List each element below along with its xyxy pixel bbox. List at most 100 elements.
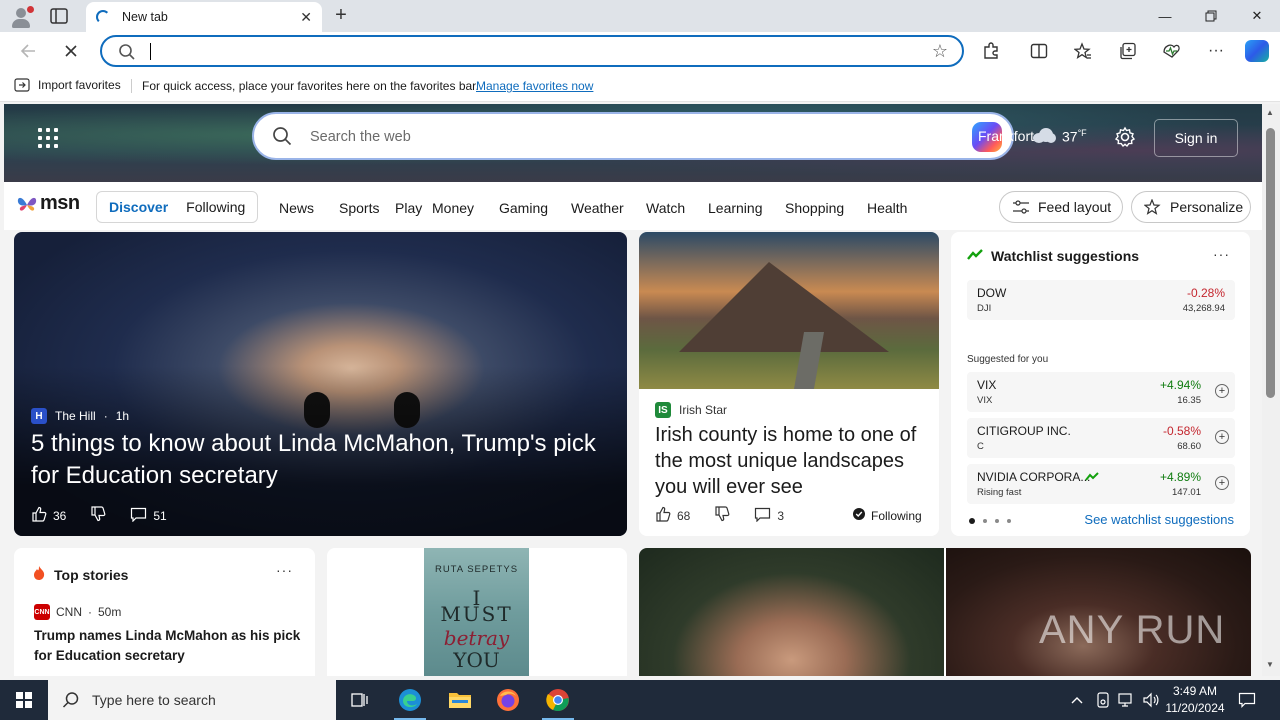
file-explorer-icon[interactable] [436, 680, 484, 720]
stock-ticker: C [977, 441, 984, 452]
top-story-headline[interactable]: Trump names Linda McMahon as his pick fo… [34, 626, 304, 666]
show-hidden-icons[interactable] [1070, 680, 1084, 720]
add-to-watchlist-icon[interactable]: + [1215, 384, 1229, 398]
add-to-watchlist-icon[interactable]: + [1215, 476, 1229, 490]
page-scrollbar[interactable]: ▲ ▼ [1262, 104, 1280, 676]
more-options-icon[interactable]: ··· [1213, 246, 1230, 262]
nav-gaming[interactable]: Gaming [499, 200, 571, 216]
close-window-button[interactable]: ✕ [1234, 0, 1280, 32]
tab-discover[interactable]: Discover [97, 199, 180, 215]
thumbs-down-icon[interactable] [90, 506, 106, 525]
manage-favorites-link[interactable]: Manage favorites now [476, 79, 593, 93]
hero-headline[interactable]: 5 things to know about Linda McMahon, Tr… [31, 428, 611, 492]
stock-price: 147.01 [1171, 487, 1201, 498]
top-source-name: CNN [56, 605, 82, 619]
irish-headline[interactable]: Irish county is home to one of the most … [655, 422, 925, 500]
weather-city[interactable]: Frankfort [978, 128, 1034, 144]
sliders-icon [1012, 199, 1030, 215]
new-tab-button[interactable]: + [330, 4, 352, 28]
favorite-star-icon[interactable]: ☆ [932, 41, 948, 62]
nav-shopping[interactable]: Shopping [785, 200, 867, 216]
scroll-thumb[interactable] [1266, 128, 1275, 398]
photo-story-card[interactable]: ANY RUN [639, 548, 1251, 676]
start-button[interactable] [0, 680, 48, 720]
favorites-icon[interactable] [1072, 41, 1094, 61]
stock-row-nvidia[interactable]: NVIDIA CORPORA... Rising fast +4.89% 147… [967, 464, 1235, 504]
firefox-icon[interactable] [484, 680, 532, 720]
nav-play[interactable]: Play [395, 200, 432, 216]
portrait-image [639, 548, 944, 676]
scroll-up-icon[interactable]: ▲ [1266, 108, 1274, 117]
thumbs-up-icon[interactable] [31, 506, 47, 525]
notifications-icon[interactable] [1238, 680, 1256, 720]
favbar-hint: For quick access, place your favorites h… [142, 79, 479, 93]
network-icon[interactable] [1118, 680, 1134, 720]
windows-logo-icon [16, 692, 32, 708]
check-circle-icon [853, 508, 865, 523]
import-favorites-button[interactable]: Import favorites [14, 78, 121, 92]
app-launcher-icon[interactable] [38, 128, 58, 148]
tab-bar: New tab ✕ + — ✕ [0, 0, 1280, 32]
personalize-label: Personalize [1170, 199, 1244, 215]
stock-row-dow[interactable]: DOW DJI -0.28% 43,268.94 [967, 280, 1235, 320]
close-tab-icon[interactable]: ✕ [300, 9, 312, 26]
tab-following[interactable]: Following [180, 199, 251, 215]
nav-money[interactable]: Money [432, 200, 499, 216]
hero-story-card[interactable]: H The Hill · 1h 5 things to know about L… [14, 232, 627, 536]
back-arrow-icon[interactable] [15, 39, 41, 63]
settings-gear-icon[interactable] [1114, 126, 1138, 150]
nav-news[interactable]: News [279, 200, 339, 216]
irish-like-count: 68 [677, 508, 691, 523]
stock-name: CITIGROUP INC. [977, 424, 1071, 438]
web-search-box[interactable]: Search the web [252, 112, 1014, 160]
nav-learning[interactable]: Learning [708, 200, 785, 216]
minimize-button[interactable]: — [1142, 0, 1188, 32]
feed-layout-button[interactable]: Feed layout [999, 191, 1123, 223]
browser-essentials-icon[interactable] [1161, 41, 1183, 61]
nav-health[interactable]: Health [867, 200, 931, 216]
edge-app-icon[interactable] [386, 680, 434, 720]
add-to-watchlist-icon[interactable]: + [1215, 430, 1229, 444]
stock-row-citigroup[interactable]: CITIGROUP INC. C -0.58% 68.60 + [967, 418, 1235, 458]
see-watchlist-link[interactable]: See watchlist suggestions [1084, 512, 1234, 527]
tab-new-tab[interactable]: New tab ✕ [86, 2, 322, 32]
book-promo-card[interactable]: RUTA SEPETYS I MUST betray YOU [327, 548, 627, 676]
restore-button[interactable] [1188, 0, 1234, 32]
collections-icon[interactable] [1117, 41, 1139, 61]
stock-row-vix[interactable]: VIX VIX +4.94% 16.35 + [967, 372, 1235, 412]
stop-loading-icon[interactable] [58, 39, 84, 63]
carousel-pager[interactable] [969, 518, 1011, 524]
chrome-icon[interactable] [534, 680, 582, 720]
nav-sports[interactable]: Sports [339, 200, 395, 216]
nav-watch[interactable]: Watch [646, 200, 708, 216]
split-screen-icon[interactable] [1028, 41, 1050, 61]
msn-logo[interactable]: msn [16, 192, 80, 215]
device-icon[interactable] [1095, 680, 1111, 720]
copilot-icon[interactable] [1245, 40, 1269, 62]
hero-reactions: 36 51 [31, 506, 167, 525]
sign-in-button[interactable]: Sign in [1154, 119, 1238, 157]
taskbar-search[interactable]: Type here to search [48, 680, 336, 720]
thumbs-down-icon[interactable] [714, 506, 730, 525]
following-indicator[interactable]: Following [853, 508, 922, 523]
profile-icon[interactable] [8, 4, 34, 28]
personalize-button[interactable]: Personalize [1131, 191, 1251, 223]
comment-icon[interactable] [130, 507, 147, 525]
irish-story-card[interactable]: IS Irish Star Irish county is home to on… [639, 232, 939, 536]
stock-ticker: Rising fast [977, 487, 1022, 498]
thumbs-up-icon[interactable] [655, 506, 671, 525]
task-view-icon[interactable] [336, 680, 384, 720]
comment-icon[interactable] [754, 507, 771, 525]
address-bar[interactable]: ☆ [100, 35, 964, 67]
more-options-icon[interactable]: ··· [1205, 41, 1227, 61]
nav-weather[interactable]: Weather [571, 200, 646, 216]
more-options-icon[interactable]: ··· [276, 562, 293, 578]
weather-temperature[interactable]: 37°F [1062, 128, 1087, 145]
extensions-icon[interactable] [980, 41, 1002, 61]
scroll-down-icon[interactable]: ▼ [1266, 660, 1274, 669]
suggested-label: Suggested for you [967, 354, 1049, 365]
volume-icon[interactable] [1142, 680, 1160, 720]
tab-actions-icon[interactable] [48, 6, 72, 26]
system-clock[interactable]: 3:49 AM 11/20/2024 [1164, 683, 1226, 717]
browser-toolbar: ☆ ··· [0, 32, 1280, 70]
